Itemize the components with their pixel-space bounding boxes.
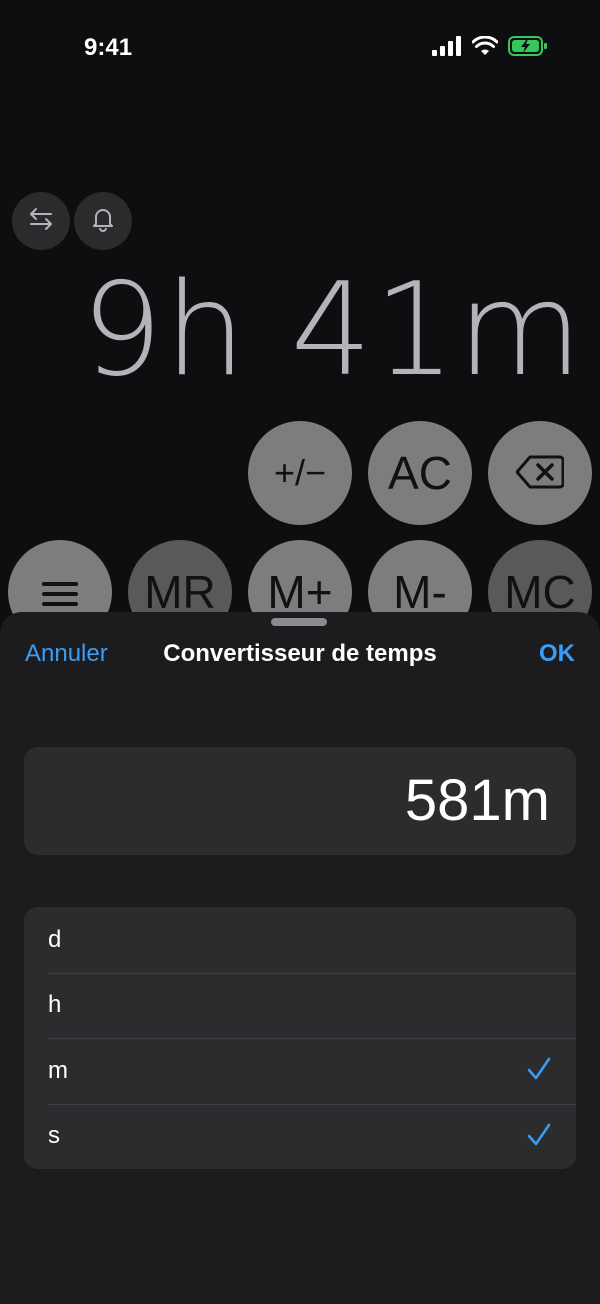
ok-button[interactable]: OK <box>539 640 575 668</box>
plus-minus-key[interactable]: +/− <box>248 421 352 525</box>
converted-value: 581m <box>404 768 550 833</box>
calculator-screen: 9:41 9h 41m +/− AC MR M+ M- MC Convertis… <box>0 0 600 1304</box>
unit-label: h <box>48 991 62 1019</box>
all-clear-key[interactable]: AC <box>368 421 472 525</box>
status-icons <box>432 35 548 61</box>
battery-icon <box>508 36 548 61</box>
unit-list: d h m s <box>24 907 576 1169</box>
menu-icon <box>42 565 78 619</box>
unit-row-h[interactable]: h <box>24 972 576 1039</box>
cancel-button[interactable]: Annuler <box>25 640 108 668</box>
sheet-grabber[interactable] <box>271 618 327 626</box>
bell-icon <box>90 206 116 237</box>
time-converter-sheet: Convertisseur de temps Annuler OK 581m d… <box>0 612 600 1304</box>
unit-label: m <box>48 1056 68 1084</box>
checkmark-icon <box>526 1056 552 1087</box>
converted-value-box: 581m <box>24 747 576 855</box>
unit-row-m[interactable]: m <box>24 1038 576 1104</box>
backspace-key[interactable] <box>488 421 592 525</box>
signal-icon <box>432 36 462 61</box>
unit-label: d <box>48 925 62 953</box>
backspace-icon <box>515 446 565 500</box>
checkmark-icon <box>526 1122 552 1153</box>
unit-row-s[interactable]: s <box>24 1103 576 1170</box>
unit-row-d[interactable]: d <box>24 907 576 973</box>
unit-label: s <box>48 1122 60 1150</box>
swap-button[interactable] <box>12 192 70 250</box>
status-time: 9:41 <box>84 34 133 61</box>
swap-arrows-icon <box>28 206 54 237</box>
display-value: 9h 41m <box>81 256 584 405</box>
bell-button[interactable] <box>74 192 132 250</box>
wifi-icon <box>471 35 499 61</box>
